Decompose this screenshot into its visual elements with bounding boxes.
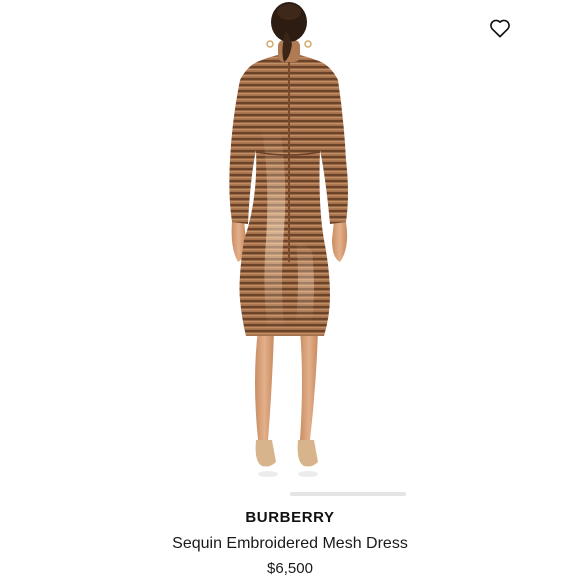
product-card[interactable]: BURBERRY Sequin Embroidered Mesh Dress $… (0, 0, 580, 580)
heart-outline-icon (490, 19, 510, 38)
product-price: $6,500 (267, 560, 313, 577)
product-title[interactable]: Sequin Embroidered Mesh Dress (0, 535, 580, 553)
dress-model-illustration (229, 2, 348, 477)
product-image[interactable] (0, 0, 580, 488)
product-brand: BURBERRY (245, 509, 335, 526)
carousel-indicator[interactable] (290, 492, 406, 496)
wishlist-button[interactable] (485, 14, 515, 42)
